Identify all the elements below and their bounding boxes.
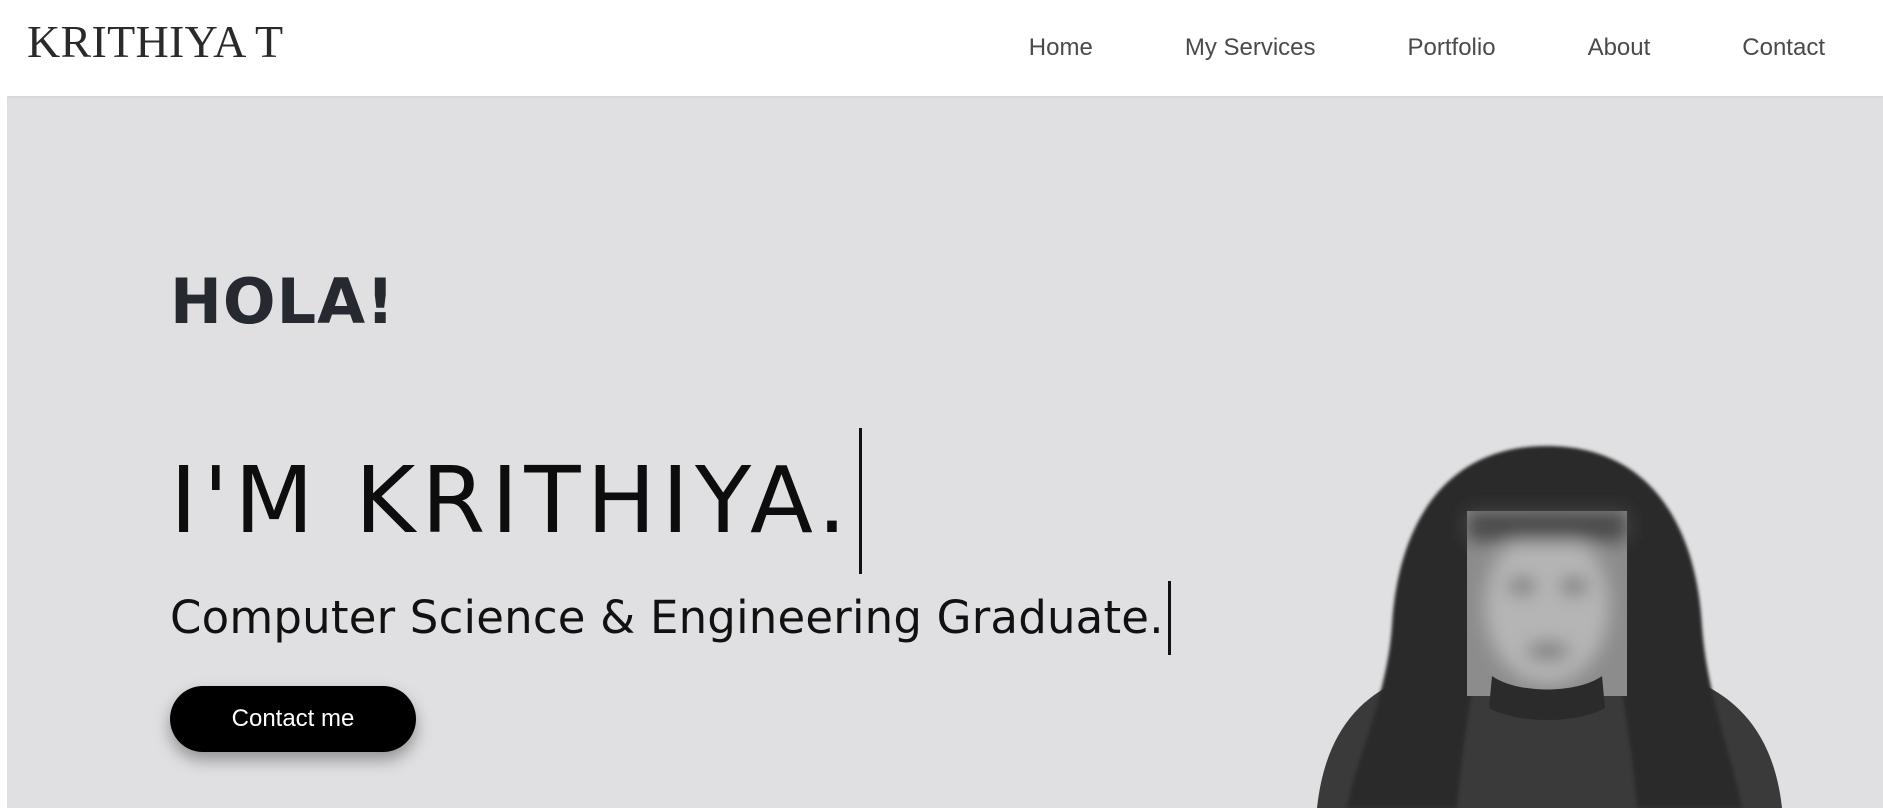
brand-logo-text[interactable]: KRITHIYA T <box>27 14 283 70</box>
hero-headline-row: I'M KRITHIYA. <box>170 428 862 574</box>
hero-section: HOLA! I'M KRITHIYA. Computer Science & E… <box>7 96 1883 808</box>
nav-link-my-services[interactable]: My Services <box>1185 34 1316 62</box>
contact-me-button[interactable]: Contact me <box>170 686 416 752</box>
hero-headline: I'M KRITHIYA. <box>170 447 853 554</box>
page: KRITHIYA T Home My Services Portfolio Ab… <box>0 0 1883 808</box>
nav-link-contact[interactable]: Contact <box>1742 34 1825 62</box>
left-edge-strip <box>0 0 7 808</box>
nav-link-home[interactable]: Home <box>1029 34 1093 62</box>
nav-link-about[interactable]: About <box>1588 34 1651 62</box>
hero-greeting: HOLA! <box>170 265 396 338</box>
top-navbar: KRITHIYA T Home My Services Portfolio Ab… <box>7 0 1883 96</box>
typing-caret <box>858 428 862 574</box>
profile-photo <box>1317 446 1782 808</box>
typing-caret-small <box>1167 581 1171 655</box>
hero-subtitle: Computer Science & Engineering Graduate. <box>170 591 1164 644</box>
hero-subtitle-row: Computer Science & Engineering Graduate. <box>170 581 1171 655</box>
nav-links: Home My Services Portfolio About Contact <box>1029 28 1883 68</box>
nav-link-portfolio[interactable]: Portfolio <box>1408 34 1496 62</box>
